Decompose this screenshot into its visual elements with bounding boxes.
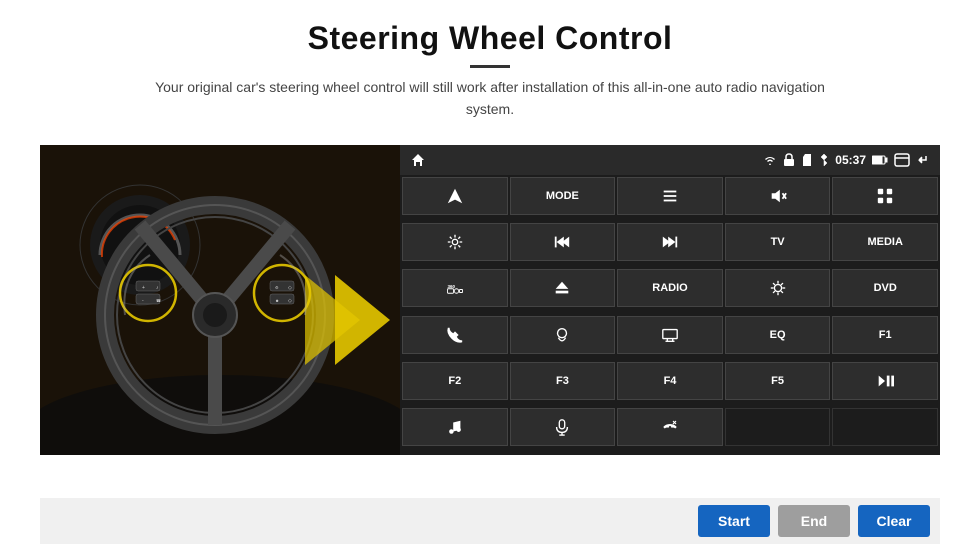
btn-prev[interactable] xyxy=(510,223,616,261)
back-icon xyxy=(916,153,930,167)
svg-text:◇: ◇ xyxy=(288,298,292,304)
svg-text:360: 360 xyxy=(447,284,455,289)
bottom-bar: Start End Clear xyxy=(40,498,940,544)
btn-brightness[interactable] xyxy=(725,269,831,307)
btn-f5[interactable]: F5 xyxy=(725,362,831,400)
radio-ui-panel: 05:37 xyxy=(400,145,940,455)
btn-music[interactable] xyxy=(402,408,508,446)
btn-playpause[interactable] xyxy=(832,362,938,400)
wifi-icon xyxy=(763,153,777,167)
status-bar-right: 05:37 xyxy=(763,153,930,167)
home-icon xyxy=(410,152,426,168)
btn-360cam[interactable]: 360 xyxy=(402,269,508,307)
btn-f4[interactable]: F4 xyxy=(617,362,723,400)
svg-text:☻: ☻ xyxy=(275,298,279,303)
window-icon xyxy=(894,153,910,167)
page-title: Steering Wheel Control xyxy=(140,20,840,57)
radio-button-grid: MODE xyxy=(400,175,940,455)
battery-icon xyxy=(872,154,888,166)
btn-eq[interactable]: EQ xyxy=(725,316,831,354)
bluetooth-icon xyxy=(819,153,829,167)
svg-text:◇: ◇ xyxy=(288,285,292,291)
btn-tv[interactable]: TV xyxy=(725,223,831,261)
btn-next[interactable] xyxy=(617,223,723,261)
svg-text:☎: ☎ xyxy=(156,298,161,303)
time-display: 05:37 xyxy=(835,153,866,167)
page-subtitle: Your original car's steering wheel contr… xyxy=(140,76,840,121)
title-section: Steering Wheel Control Your original car… xyxy=(140,20,840,135)
clear-button[interactable]: Clear xyxy=(858,505,930,537)
btn-mute[interactable] xyxy=(725,177,831,215)
btn-empty-2 xyxy=(832,408,938,446)
btn-callend[interactable] xyxy=(617,408,723,446)
page-container: Steering Wheel Control Your original car… xyxy=(0,0,980,544)
btn-list[interactable] xyxy=(617,177,723,215)
btn-phone[interactable] xyxy=(402,316,508,354)
svg-text:+: + xyxy=(142,285,145,291)
btn-apps[interactable] xyxy=(832,177,938,215)
btn-radio[interactable]: RADIO xyxy=(617,269,723,307)
btn-navigate[interactable] xyxy=(402,177,508,215)
btn-dvd[interactable]: DVD xyxy=(832,269,938,307)
btn-f2[interactable]: F2 xyxy=(402,362,508,400)
btn-f1[interactable]: F1 xyxy=(832,316,938,354)
status-bar-left xyxy=(410,152,426,168)
lock-icon xyxy=(783,153,795,167)
content-area: + ♪ - ☎ ⚙ ◇ ☻ ◇ xyxy=(40,145,940,455)
sd-icon xyxy=(801,153,813,167)
title-divider xyxy=(470,65,510,68)
status-bar: 05:37 xyxy=(400,145,940,175)
btn-nav2[interactable] xyxy=(510,316,616,354)
btn-f3[interactable]: F3 xyxy=(510,362,616,400)
btn-screen[interactable] xyxy=(617,316,723,354)
svg-text:⚙: ⚙ xyxy=(275,285,279,290)
btn-empty-1 xyxy=(725,408,831,446)
btn-settings[interactable] xyxy=(402,223,508,261)
start-button[interactable]: Start xyxy=(698,505,770,537)
btn-mode[interactable]: MODE xyxy=(510,177,616,215)
btn-eject[interactable] xyxy=(510,269,616,307)
btn-media[interactable]: MEDIA xyxy=(832,223,938,261)
steering-wheel-image: + ♪ - ☎ ⚙ ◇ ☻ ◇ xyxy=(40,145,400,455)
end-button[interactable]: End xyxy=(778,505,850,537)
btn-mic[interactable] xyxy=(510,408,616,446)
